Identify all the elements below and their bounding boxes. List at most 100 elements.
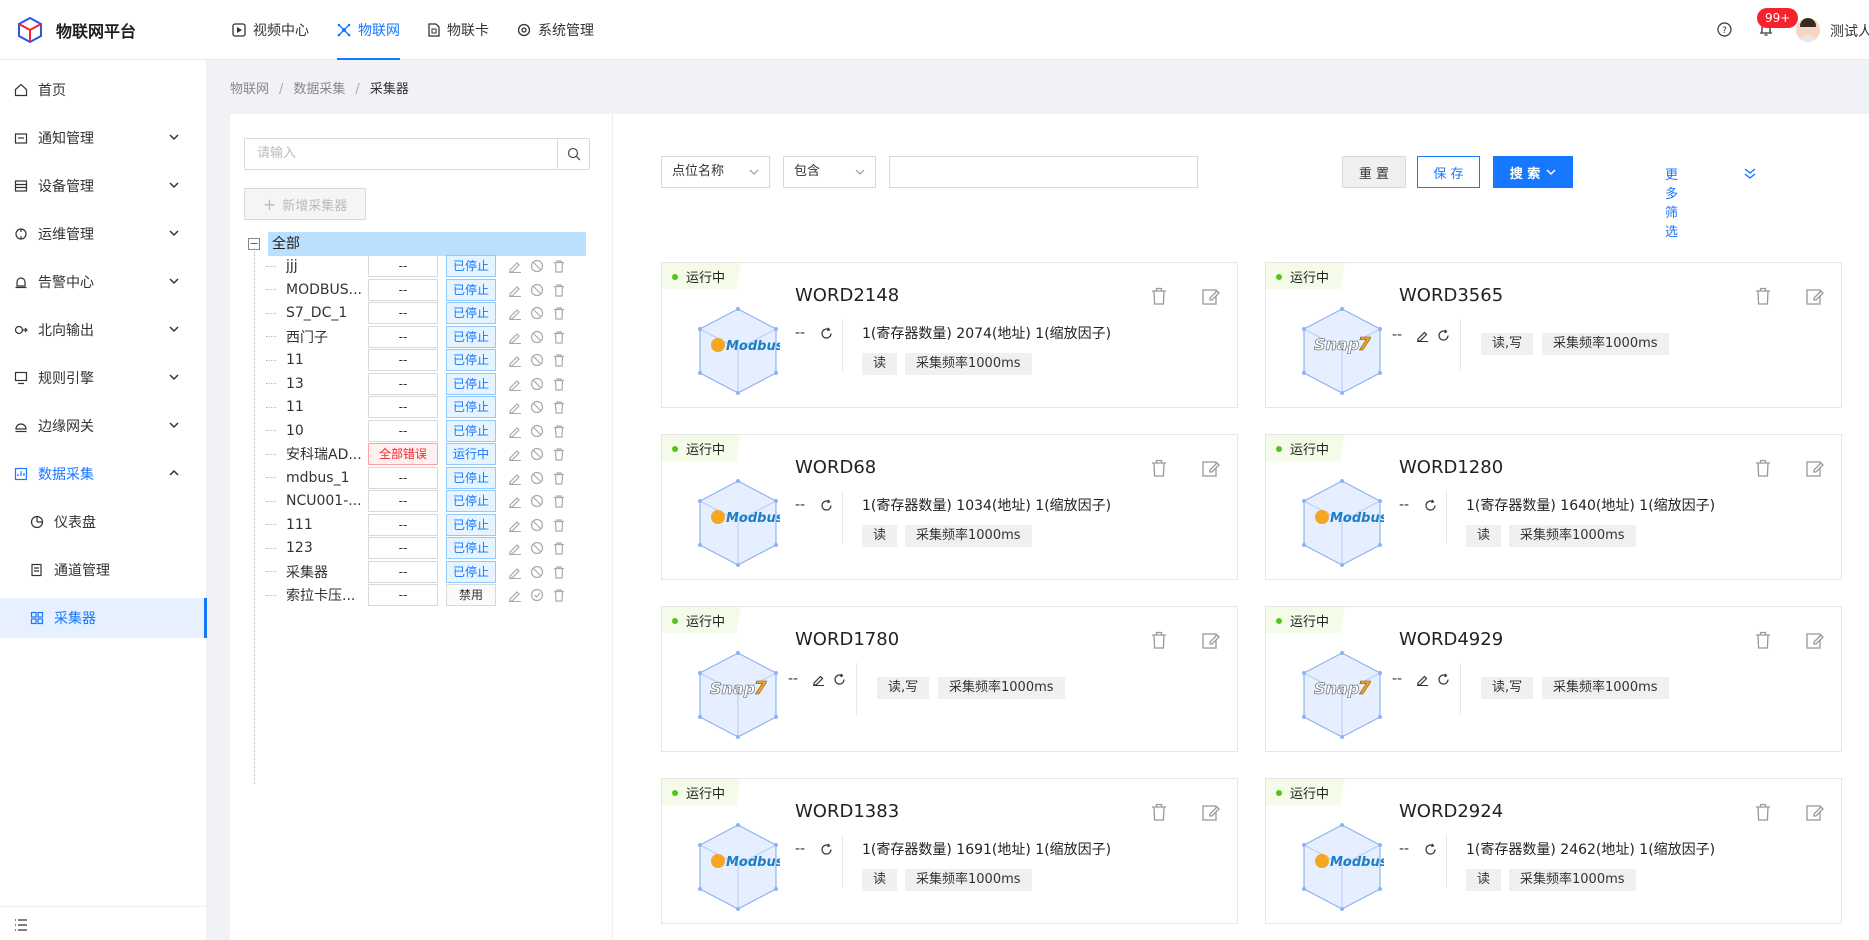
edit-icon[interactable] bbox=[508, 306, 522, 320]
tree-search-button[interactable] bbox=[557, 139, 589, 169]
delete-icon[interactable] bbox=[1755, 631, 1771, 649]
topnav-system[interactable]: 系统管理 bbox=[517, 0, 594, 60]
breadcrumb-link[interactable]: 数据采集 bbox=[293, 82, 345, 97]
topnav-simcard[interactable]: 物联卡 bbox=[428, 0, 489, 60]
point-card[interactable]: 运行中 WORD2148 Modbus -- 1(寄存器数量) 2074(地址) 1(缩… bbox=[661, 262, 1238, 408]
sidebar-item-alarm[interactable]: 告警中心 bbox=[0, 258, 207, 306]
sidebar-item-gateway[interactable]: 边缘网关 bbox=[0, 402, 207, 450]
edit-icon[interactable] bbox=[508, 353, 522, 367]
sidebar-item-channel[interactable]: 通道管理 bbox=[0, 546, 207, 594]
card-delete-button[interactable] bbox=[1755, 803, 1771, 825]
disable-icon[interactable] bbox=[530, 565, 544, 579]
delete-icon[interactable] bbox=[1755, 287, 1771, 305]
delete-icon[interactable] bbox=[552, 377, 566, 391]
refresh-icon[interactable] bbox=[820, 499, 833, 512]
point-card[interactable]: 运行中 WORD1780 Snap 7 -- 读,写 采集频率1000ms bbox=[661, 606, 1238, 752]
reset-button[interactable]: 重 置 bbox=[1342, 156, 1406, 188]
double-chevron-down-icon[interactable] bbox=[1743, 166, 1757, 180]
card-delete-button[interactable] bbox=[1151, 459, 1167, 481]
disable-icon[interactable] bbox=[530, 518, 544, 532]
edit-icon[interactable] bbox=[1202, 631, 1220, 649]
delete-icon[interactable] bbox=[552, 353, 566, 367]
edit-icon[interactable] bbox=[1202, 459, 1220, 477]
edit-icon[interactable] bbox=[1806, 459, 1824, 477]
card-delete-button[interactable] bbox=[1151, 803, 1167, 825]
sidebar-item-device[interactable]: 设备管理 bbox=[0, 162, 207, 210]
help-icon[interactable]: ? bbox=[1717, 22, 1732, 37]
edit-icon[interactable] bbox=[508, 447, 522, 461]
delete-icon[interactable] bbox=[552, 259, 566, 273]
disable-icon[interactable] bbox=[530, 424, 544, 438]
delete-icon[interactable] bbox=[552, 565, 566, 579]
delete-icon[interactable] bbox=[1151, 287, 1167, 305]
disable-icon[interactable] bbox=[530, 353, 544, 367]
card-delete-button[interactable] bbox=[1151, 287, 1167, 309]
save-button[interactable]: 保 存 bbox=[1417, 156, 1480, 188]
card-edit-button[interactable] bbox=[1202, 631, 1220, 653]
delete-icon[interactable] bbox=[552, 424, 566, 438]
write-value-icon[interactable] bbox=[812, 673, 825, 686]
breadcrumb-link[interactable]: 物联网 bbox=[230, 82, 269, 97]
tree-search-input[interactable]: 请输入 bbox=[245, 139, 557, 169]
disable-icon[interactable] bbox=[530, 330, 544, 344]
app-logo[interactable]: 物联网平台 bbox=[16, 16, 136, 44]
refresh-icon[interactable] bbox=[1424, 843, 1437, 856]
delete-icon[interactable] bbox=[1755, 459, 1771, 477]
sidebar-item-home[interactable]: 首页 bbox=[0, 66, 207, 114]
edit-icon[interactable] bbox=[508, 259, 522, 273]
edit-icon[interactable] bbox=[508, 588, 522, 602]
edit-icon[interactable] bbox=[508, 424, 522, 438]
delete-icon[interactable] bbox=[552, 518, 566, 532]
point-card[interactable]: 运行中 WORD4929 Snap 7 -- 读,写 采集频率1000ms bbox=[1265, 606, 1842, 752]
delete-icon[interactable] bbox=[1755, 803, 1771, 821]
delete-icon[interactable] bbox=[552, 283, 566, 297]
refresh-icon[interactable] bbox=[1437, 329, 1450, 342]
write-value-icon[interactable] bbox=[1416, 329, 1429, 342]
edit-icon[interactable] bbox=[1806, 631, 1824, 649]
card-edit-button[interactable] bbox=[1806, 631, 1824, 653]
refresh-icon[interactable] bbox=[1437, 673, 1450, 686]
edit-icon[interactable] bbox=[508, 518, 522, 532]
edit-icon[interactable] bbox=[508, 494, 522, 508]
disable-icon[interactable] bbox=[530, 377, 544, 391]
sidebar-item-collect[interactable]: 数据采集 bbox=[0, 450, 207, 498]
delete-icon[interactable] bbox=[1151, 803, 1167, 821]
edit-icon[interactable] bbox=[508, 330, 522, 344]
point-card[interactable]: 运行中 WORD2924 Modbus -- 1(寄存器数量) 2462(地址) 1(缩… bbox=[1265, 778, 1842, 924]
disable-icon[interactable] bbox=[530, 471, 544, 485]
tree-row[interactable]: 索拉卡压... -- 禁用 bbox=[266, 581, 574, 609]
edit-icon[interactable] bbox=[1806, 803, 1824, 821]
disable-icon[interactable] bbox=[530, 400, 544, 414]
avatar[interactable] bbox=[1796, 18, 1820, 42]
delete-icon[interactable] bbox=[552, 588, 566, 602]
disable-icon[interactable] bbox=[530, 447, 544, 461]
card-edit-button[interactable] bbox=[1806, 459, 1824, 481]
refresh-icon[interactable] bbox=[820, 843, 833, 856]
enable-icon[interactable] bbox=[530, 588, 544, 602]
edit-icon[interactable] bbox=[508, 400, 522, 414]
add-collector-button[interactable]: + 新增采集器 bbox=[244, 188, 366, 220]
edit-icon[interactable] bbox=[508, 541, 522, 555]
edit-icon[interactable] bbox=[1806, 287, 1824, 305]
card-delete-button[interactable] bbox=[1151, 631, 1167, 653]
topnav-iot[interactable]: 物联网 bbox=[337, 0, 400, 60]
sidebar-item-rule[interactable]: 规则引擎 bbox=[0, 354, 207, 402]
write-value-icon[interactable] bbox=[1416, 673, 1429, 686]
point-card[interactable]: 运行中 WORD68 Modbus -- 1(寄存器数量) 1034(地址) 1(缩放因… bbox=[661, 434, 1238, 580]
sidebar-item-dashboard[interactable]: 仪表盘 bbox=[0, 498, 207, 546]
sidebar-item-collector[interactable]: 采集器 bbox=[0, 598, 207, 638]
sidebar-item-ops[interactable]: 运维管理 bbox=[0, 210, 207, 258]
card-edit-button[interactable] bbox=[1202, 803, 1220, 825]
sidebar-item-notice[interactable]: 通知管理 bbox=[0, 114, 207, 162]
refresh-icon[interactable] bbox=[833, 673, 846, 686]
delete-icon[interactable] bbox=[1151, 459, 1167, 477]
refresh-icon[interactable] bbox=[1424, 499, 1437, 512]
operator-select[interactable]: 包含 bbox=[783, 156, 876, 188]
delete-icon[interactable] bbox=[552, 494, 566, 508]
point-card[interactable]: 运行中 WORD3565 Snap 7 -- 读,写 采集频率1000ms bbox=[1265, 262, 1842, 408]
user-name[interactable]: 测试人 bbox=[1830, 21, 1869, 41]
card-delete-button[interactable] bbox=[1755, 459, 1771, 481]
filter-value-input[interactable] bbox=[889, 156, 1198, 188]
disable-icon[interactable] bbox=[530, 259, 544, 273]
delete-icon[interactable] bbox=[552, 471, 566, 485]
